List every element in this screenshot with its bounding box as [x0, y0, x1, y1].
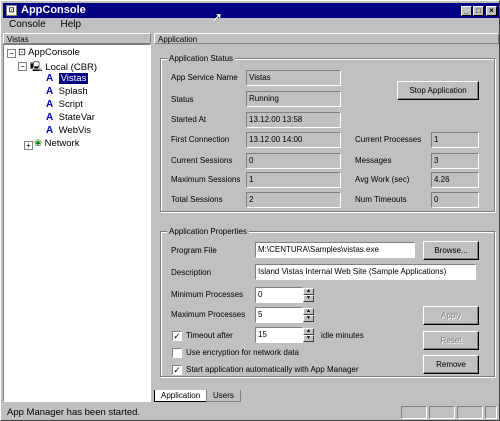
num-timeouts-value: 0 — [431, 192, 479, 208]
application-status-group: Application Status App Service Name Vist… — [160, 54, 495, 212]
description-input[interactable]: Island Vistas Internal Web Site (Sample … — [255, 264, 476, 280]
spin-down-icon[interactable]: ▼ — [303, 335, 314, 342]
total-sessions-label: Total Sessions — [171, 195, 223, 204]
minimum-processes-input[interactable]: 0 — [255, 287, 303, 303]
tree-item-splash[interactable]: A Splash — [46, 86, 88, 97]
app-icon: A — [46, 86, 54, 97]
maximum-sessions-value: 1 — [246, 172, 341, 188]
autostart-checkbox[interactable]: ✓ — [172, 365, 182, 375]
remove-button[interactable]: Remove — [423, 355, 479, 374]
autostart-label: Start application automatically with App… — [186, 365, 359, 374]
menu-help[interactable]: Help — [60, 19, 81, 30]
app-icon: A — [46, 99, 54, 110]
status-bar: App Manager has been started. — [3, 405, 499, 420]
program-file-input[interactable]: M:\CENTURA\Samples\vistas.exe — [255, 242, 415, 258]
app-service-name-label: App Service Name — [171, 73, 238, 82]
tab-application[interactable]: Application — [154, 390, 208, 402]
first-connection-label: First Connection — [171, 135, 230, 144]
messages-label: Messages — [355, 156, 392, 165]
size-grip-icon[interactable] — [485, 406, 497, 419]
app-icon: ⊡ — [6, 5, 17, 16]
application-properties-group: Application Properties Program File M:\C… — [160, 227, 495, 377]
tree-item-webvis[interactable]: A WebVis — [46, 125, 91, 136]
tree-header: Vistas — [3, 33, 151, 44]
menu-console[interactable]: Console — [9, 19, 46, 30]
current-processes-label: Current Processes — [355, 135, 422, 144]
detail-header: Application — [154, 33, 499, 44]
title-bar[interactable]: ⊡ AppConsole _ □ × — [3, 3, 499, 18]
browse-button[interactable]: Browse... — [423, 241, 479, 260]
maximum-processes-stepper[interactable]: ▲ ▼ — [303, 308, 314, 322]
current-sessions-value: 0 — [246, 153, 341, 169]
description-label: Description — [171, 268, 212, 277]
tree-item-network[interactable]: ❀ Network — [34, 138, 79, 149]
group-title: Application Properties — [167, 227, 249, 236]
status-panel — [429, 406, 455, 419]
spin-down-icon[interactable]: ▼ — [303, 315, 314, 322]
minimize-icon[interactable]: _ — [461, 6, 472, 16]
maximum-processes-label: Maximum Processes — [171, 310, 246, 319]
app-icon: A — [46, 112, 54, 123]
idle-minutes-label: idle minutes — [321, 331, 364, 340]
console-icon: ⊡ — [18, 47, 26, 58]
spin-up-icon[interactable]: ▲ — [303, 328, 314, 335]
avg-work-label: Avg Work (sec) — [355, 175, 410, 184]
num-timeouts-label: Num Timeouts — [355, 195, 407, 204]
timeout-stepper[interactable]: ▲ ▼ — [303, 328, 314, 342]
window-title: AppConsole — [21, 4, 86, 16]
spin-up-icon[interactable]: ▲ — [303, 288, 314, 295]
tree-item-appconsole[interactable]: ⊡ AppConsole — [18, 47, 80, 58]
collapse-icon[interactable]: − — [18, 62, 27, 71]
close-icon[interactable]: × — [486, 6, 497, 16]
program-file-label: Program File — [171, 246, 217, 255]
started-at-value: 13.12.00 13:58 — [246, 112, 341, 128]
current-sessions-label: Current Sessions — [171, 156, 233, 165]
app-service-name-value: Vistas — [246, 70, 341, 86]
avg-work-value: 4.26 — [431, 172, 479, 188]
status-panel — [457, 406, 483, 419]
spin-down-icon[interactable]: ▼ — [303, 295, 314, 302]
messages-value: 3 — [431, 153, 479, 169]
status-panel — [401, 406, 427, 419]
maximize-icon[interactable]: □ — [473, 6, 484, 16]
collapse-icon[interactable]: − — [7, 49, 16, 58]
app-icon: A — [46, 73, 54, 84]
started-at-label: Started At — [171, 115, 207, 124]
app-window: ⊡ AppConsole _ □ × ➚ Console Help Vistas… — [0, 0, 500, 421]
minimum-processes-stepper[interactable]: ▲ ▼ — [303, 288, 314, 302]
tab-users[interactable]: Users — [206, 390, 241, 402]
app-icon: A — [46, 125, 54, 136]
minimum-processes-label: Minimum Processes — [171, 290, 244, 299]
total-sessions-value: 2 — [246, 192, 341, 208]
encryption-label: Use encryption for network data — [186, 348, 299, 357]
timeout-label: Timeout after — [186, 331, 233, 340]
tree-item-statevar[interactable]: A StateVar — [46, 112, 95, 123]
first-connection-value: 13.12.00 14:00 — [246, 132, 341, 148]
timeout-checkbox[interactable]: ✓ — [172, 331, 182, 341]
maximum-sessions-label: Maximum Sessions — [171, 175, 241, 184]
reset-button[interactable]: Reset — [423, 331, 479, 350]
current-processes-value: 1 — [431, 132, 479, 148]
network-icon: ❀ — [34, 138, 42, 149]
apply-button[interactable]: Apply — [423, 306, 479, 325]
status-value: Running — [246, 91, 341, 107]
maximum-processes-input[interactable]: 5 — [255, 307, 303, 323]
status-label: Status — [171, 95, 194, 104]
stop-application-button[interactable]: Stop Application — [397, 81, 479, 100]
tree-view[interactable]: − ⊡ AppConsole − 🖳 Local (CBR) A Vistas … — [3, 44, 151, 402]
spin-up-icon[interactable]: ▲ — [303, 308, 314, 315]
tree-item-script[interactable]: A Script — [46, 99, 83, 110]
expand-icon[interactable]: + — [24, 141, 33, 150]
timeout-input[interactable]: 15 — [255, 327, 303, 343]
encryption-checkbox[interactable] — [172, 348, 182, 358]
group-title: Application Status — [167, 54, 236, 63]
computer-icon: 🖳 — [30, 62, 43, 73]
tree-item-vistas[interactable]: A Vistas — [46, 73, 89, 84]
menu-bar: Console Help — [3, 18, 499, 32]
status-message: App Manager has been started. — [7, 407, 141, 418]
detail-pane: Application Status App Service Name Vist… — [154, 44, 499, 402]
